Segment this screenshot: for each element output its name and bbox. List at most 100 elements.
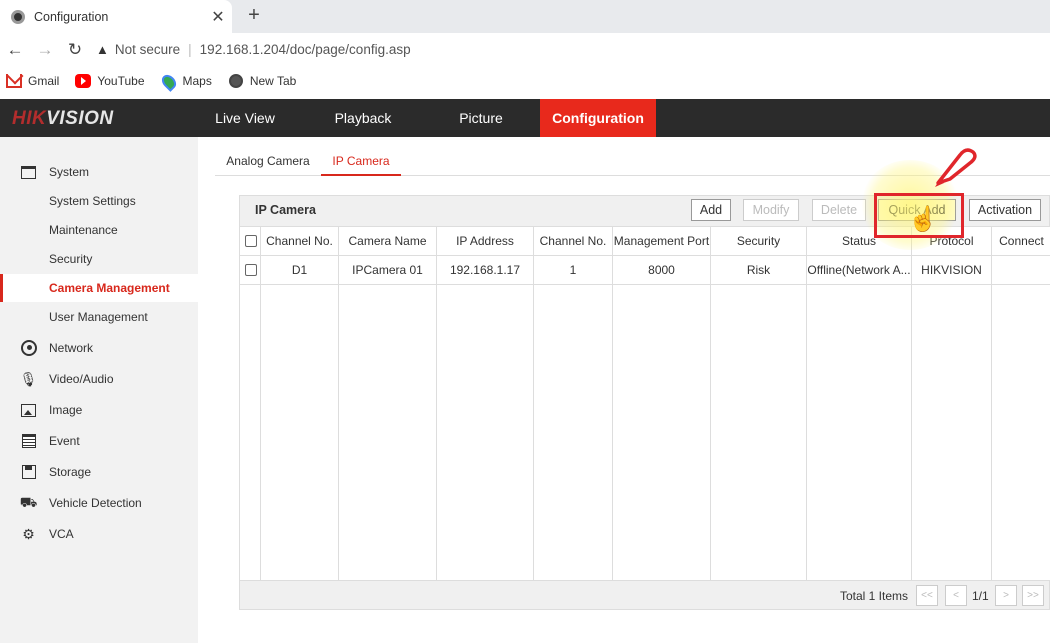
add-button[interactable]: Add: [691, 199, 731, 221]
hikvision-favicon-icon: [11, 9, 25, 24]
system-icon: [20, 164, 37, 180]
modify-button[interactable]: Modify: [743, 199, 799, 221]
column-header[interactable]: Camera Name: [339, 227, 436, 255]
table-footer: Total 1 Items << < 1/1 > >>: [240, 581, 1050, 610]
sidebar-item-maintenance[interactable]: Maintenance: [0, 216, 198, 244]
sidebar-item-user-management[interactable]: User Management: [0, 303, 198, 331]
sidebar-item-label: VCA: [49, 527, 74, 541]
sidebar-item-video-audio[interactable]: 🎙 Video/Audio: [0, 365, 198, 393]
address-bar: ← → ↻ ▲ Not secure | 192.168.1.204/doc/p…: [0, 33, 1050, 66]
table-cell[interactable]: D1: [261, 256, 338, 284]
close-tab-icon[interactable]: ✕: [206, 7, 230, 27]
sidebar-item-image[interactable]: Image: [0, 396, 198, 424]
bookmark-label: New Tab: [249, 74, 297, 88]
sidebar-item-vehicle-detection[interactable]: ⛟ Vehicle Detection: [0, 489, 198, 517]
column-header[interactable]: Channel No.: [261, 227, 338, 255]
first-page-button[interactable]: <<: [916, 585, 938, 606]
sidebar-item-system-settings[interactable]: System Settings: [0, 187, 198, 215]
logo-part: VISION: [46, 108, 114, 129]
prev-page-button[interactable]: <: [945, 585, 967, 606]
bookmark-label: Gmail: [28, 74, 60, 88]
globe-icon: [228, 74, 244, 88]
column-header[interactable]: Security: [711, 227, 806, 255]
sidebar-item-camera-management[interactable]: Camera Management: [0, 274, 198, 302]
sidebar-item-label: Image: [49, 403, 83, 417]
tab-analog-camera[interactable]: Analog Camera: [215, 147, 321, 176]
url-text: 192.168.1.204/doc/page/config.asp: [199, 42, 411, 57]
table-cell[interactable]: 1: [534, 256, 612, 284]
sidebar-item-vca[interactable]: ⚙ VCA: [0, 520, 198, 548]
sidebar-item-label: Video/Audio: [49, 372, 114, 386]
sidebar-item-storage[interactable]: Storage: [0, 458, 198, 486]
next-page-button[interactable]: >: [995, 585, 1017, 606]
sidebar-item-label: System Settings: [49, 194, 136, 208]
total-items: Total 1 Items: [839, 589, 908, 603]
storage-icon: [20, 464, 37, 480]
sidebar: System System Settings Maintenance Secur…: [0, 137, 198, 643]
network-icon: [20, 340, 37, 356]
url-field[interactable]: ▲ Not secure | 192.168.1.204/doc/page/co…: [96, 42, 411, 57]
column-header[interactable]: Protocol: [912, 227, 991, 255]
gmail-icon: [6, 74, 22, 88]
column-header[interactable]: Channel No.: [534, 227, 612, 255]
not-secure-label: Not secure: [114, 42, 181, 57]
browser-tab[interactable]: Configuration ✕: [0, 0, 232, 33]
table-cell[interactable]: 192.168.1.17: [437, 256, 533, 284]
maps-icon: [158, 72, 179, 92]
forward-arrow-icon[interactable]: →: [30, 40, 60, 60]
new-tab-button[interactable]: +: [244, 4, 264, 27]
nav-picture[interactable]: Picture: [440, 99, 522, 137]
sidebar-item-label: Maintenance: [49, 223, 118, 237]
microphone-icon: 🎙: [19, 370, 38, 387]
camera-tabs: Analog Camera IP Camera: [215, 147, 1050, 176]
table-cell[interactable]: Risk: [711, 256, 806, 284]
sidebar-item-label: Security: [49, 252, 93, 266]
image-icon: [20, 402, 37, 418]
sidebar-item-label: User Management: [49, 310, 148, 324]
table-cell[interactable]: Offline(Network A...: [807, 256, 911, 284]
nav-playback[interactable]: Playback: [318, 99, 408, 137]
ip-camera-table: Channel No. Camera Name IP Address Chann…: [240, 226, 1050, 581]
column-header[interactable]: Status: [807, 227, 911, 255]
sidebar-item-label: System: [49, 165, 90, 179]
bookmarks-bar: Gmail YouTube Maps New Tab: [0, 66, 1050, 96]
warning-icon: ▲: [96, 42, 109, 57]
bookmark-maps[interactable]: Maps: [158, 72, 212, 92]
table-cell[interactable]: HIKVISION: [912, 256, 991, 284]
column-header[interactable]: Connect: [992, 227, 1050, 255]
nav-live-view[interactable]: Live View: [198, 99, 292, 137]
sidebar-item-system[interactable]: System: [0, 158, 198, 186]
sidebar-item-network[interactable]: Network: [0, 334, 198, 362]
sidebar-item-label: Event: [49, 434, 80, 448]
column-header[interactable]: Management Port: [613, 227, 710, 255]
row-checkbox[interactable]: [245, 264, 257, 276]
sidebar-item-label: Vehicle Detection: [49, 496, 142, 510]
bookmark-gmail[interactable]: Gmail: [6, 74, 59, 88]
page-indicator: 1/1: [972, 589, 989, 603]
ip-camera-panel: IP Camera Add Modify Delete Quick Add Ac…: [239, 195, 1050, 610]
sidebar-item-security[interactable]: Security: [0, 245, 198, 273]
youtube-icon: [75, 74, 92, 88]
table-cell[interactable]: IPCamera 01: [339, 256, 436, 284]
quick-add-button[interactable]: Quick Add: [878, 199, 956, 221]
delete-button[interactable]: Delete: [812, 199, 866, 221]
column-header[interactable]: IP Address: [437, 227, 533, 255]
activation-button[interactable]: Activation: [969, 199, 1041, 221]
sidebar-item-event[interactable]: Event: [0, 427, 198, 455]
bookmark-new-tab[interactable]: New Tab: [228, 74, 296, 88]
bookmark-youtube[interactable]: YouTube: [75, 74, 145, 88]
vehicle-detection-icon: ⛟: [19, 493, 38, 510]
browser-tab-bar: Configuration ✕ +: [0, 0, 1050, 33]
sidebar-item-label: Network: [49, 341, 94, 355]
last-page-button[interactable]: >>: [1022, 585, 1044, 606]
logo-part: HIK: [12, 108, 47, 129]
tab-ip-camera[interactable]: IP Camera: [321, 147, 401, 176]
panel-title: IP Camera: [255, 203, 316, 217]
reload-icon[interactable]: ↻: [60, 40, 90, 60]
back-arrow-icon[interactable]: ←: [0, 40, 30, 60]
select-all-checkbox[interactable]: [245, 235, 257, 247]
table-cell[interactable]: 8000: [613, 256, 710, 284]
nav-configuration[interactable]: Configuration: [540, 99, 656, 137]
sidebar-item-label: Storage: [49, 465, 92, 479]
table-cell[interactable]: [992, 256, 1050, 284]
